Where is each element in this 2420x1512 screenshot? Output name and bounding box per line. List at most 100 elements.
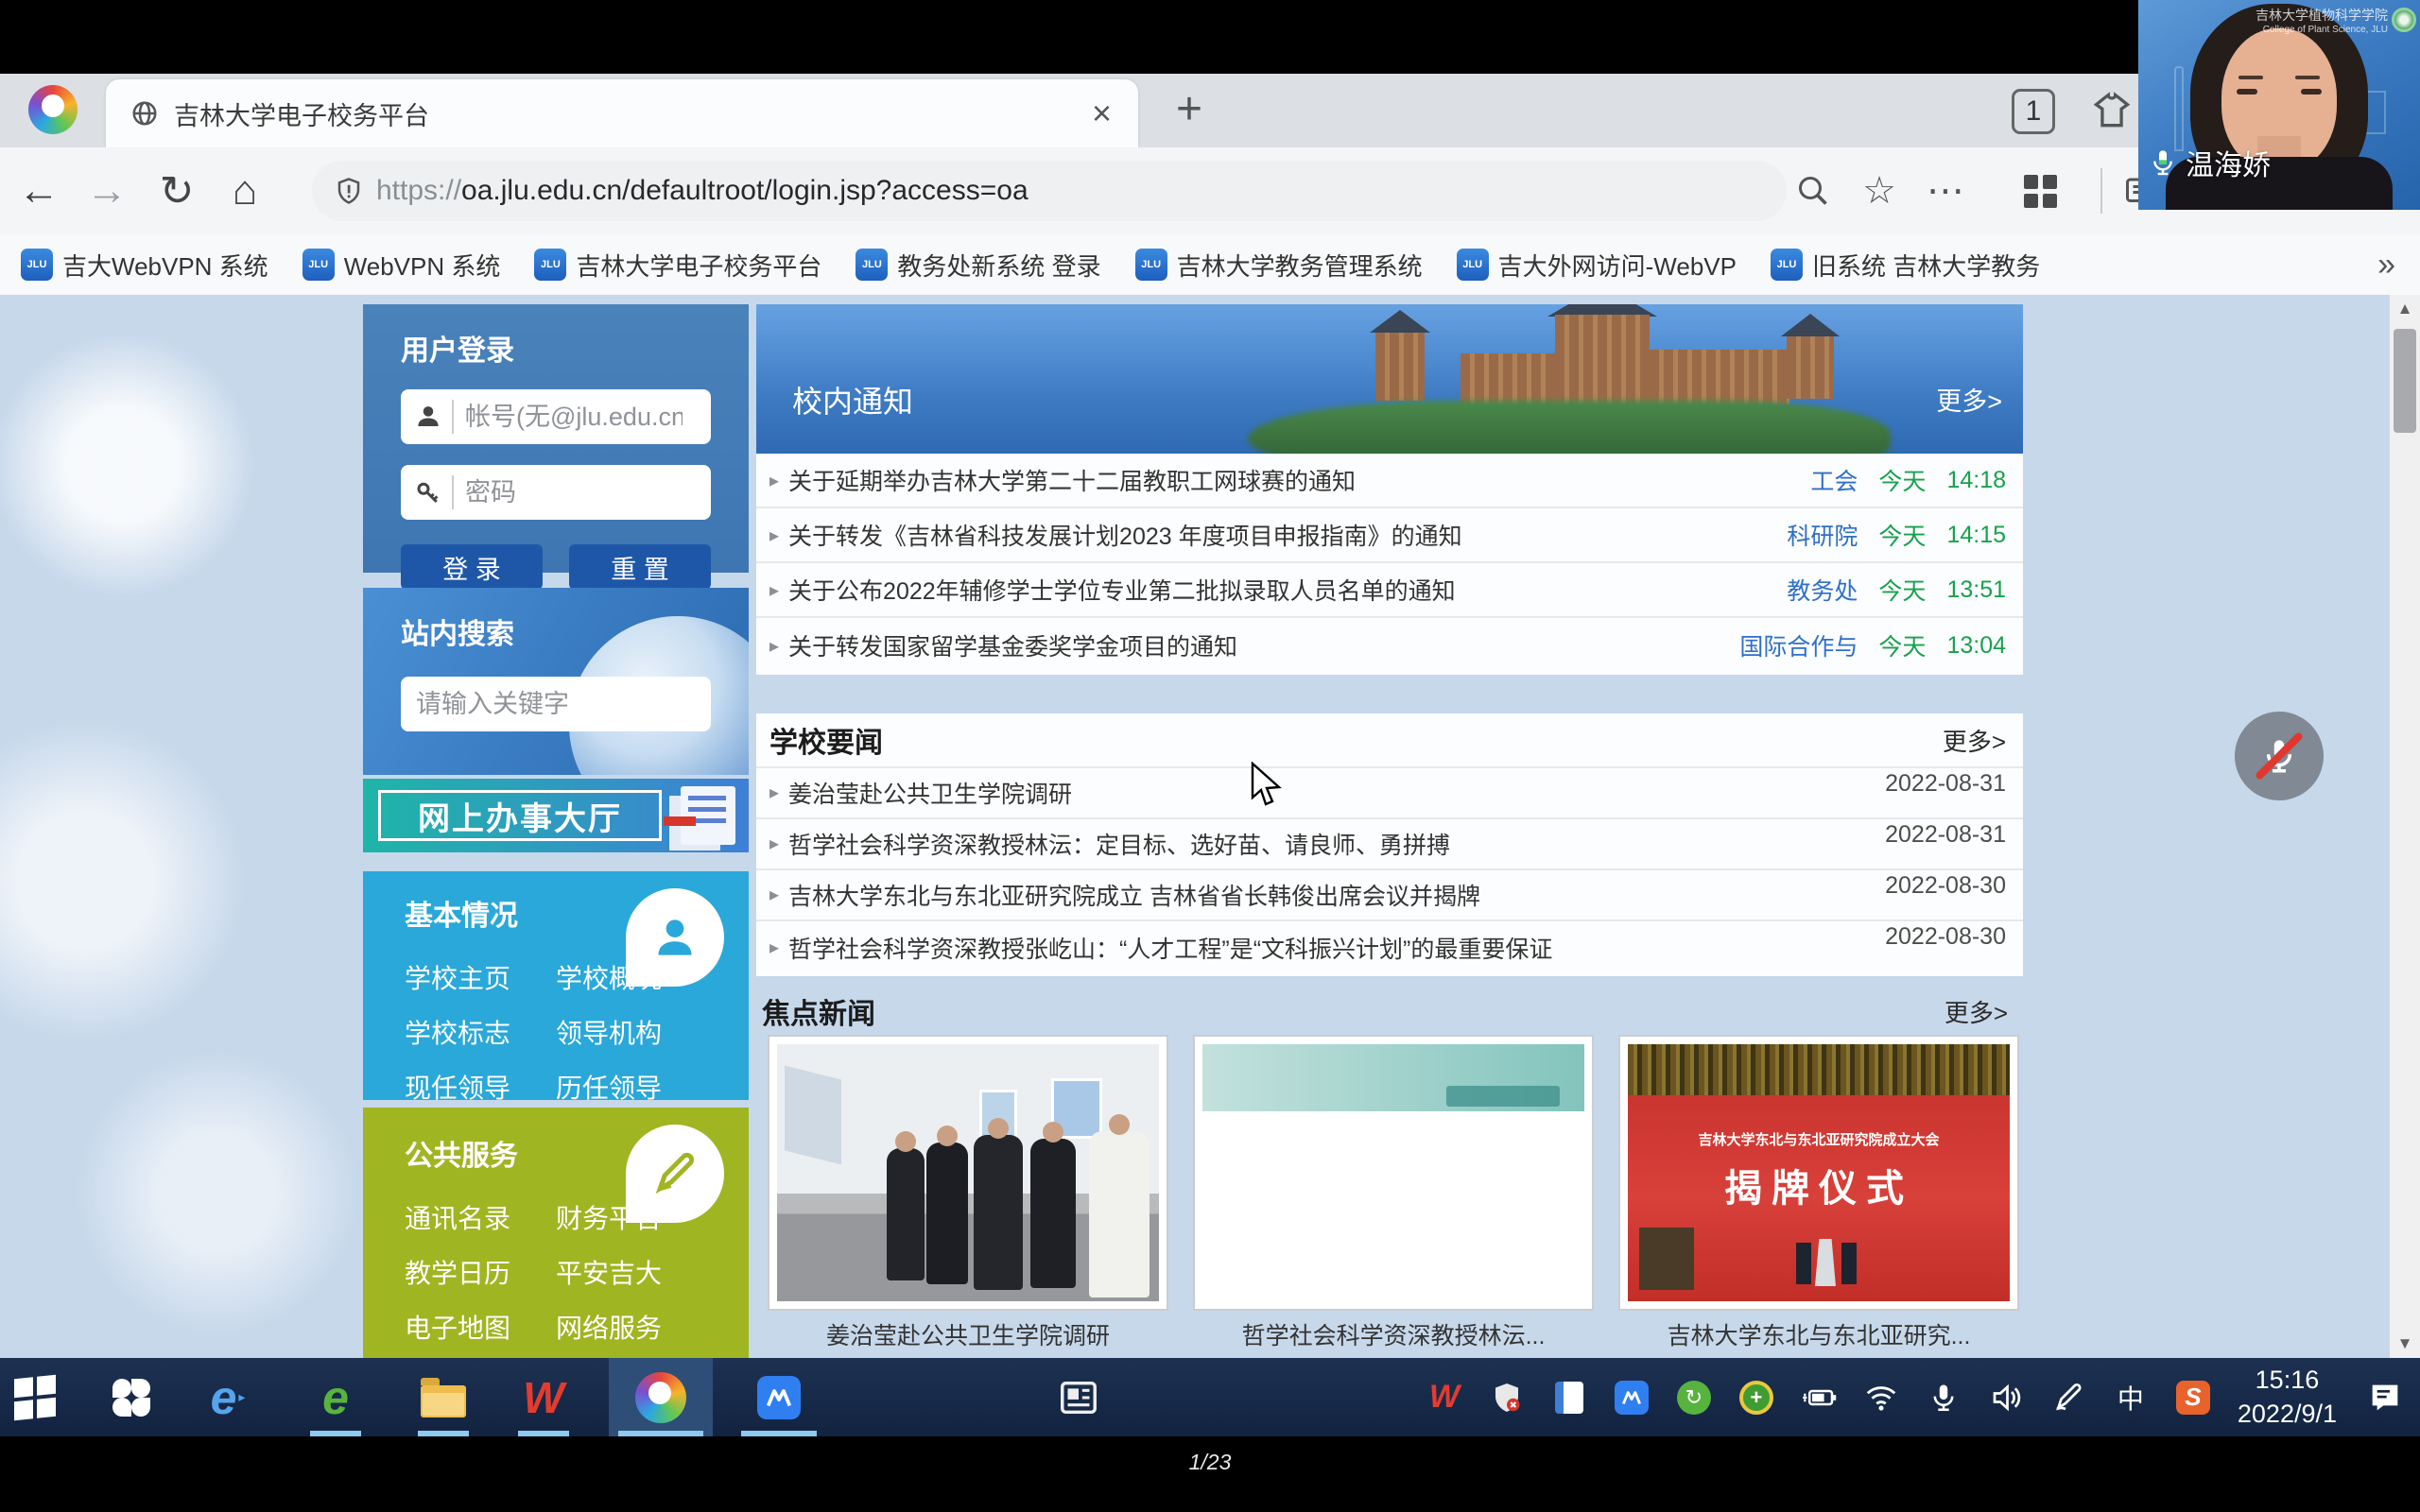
wifi-icon[interactable] [1850, 1358, 1912, 1436]
home-button[interactable]: ⌂ [214, 147, 276, 234]
new-tab-button[interactable]: + [1176, 83, 1202, 135]
notice-dept-link[interactable]: 工会 [1810, 463, 1858, 497]
notice-row[interactable]: ▸ 关于延期举办吉林大学第二十二届教职工网球赛的通知 工会 今天 14:18 [756, 454, 2023, 508]
bookmark-item[interactable]: JLU 教务处新系统 登录 [856, 248, 1100, 283]
service-link[interactable]: 平安吉大 [556, 1253, 707, 1291]
notice-title[interactable]: 关于公布2022年辅修学士学位专业第二批拟录取人员名单的通知 [788, 573, 1770, 607]
tray-security-shield-icon[interactable] [1476, 1358, 1538, 1436]
bookmarks-overflow-icon[interactable]: » [2377, 247, 2395, 284]
notice-dept-link[interactable]: 国际合作与 [1739, 628, 1858, 662]
tab-close-icon[interactable]: × [1092, 96, 1112, 130]
webcam-overlay[interactable]: 吉林大学植物科学学院 College of Plant Science, JLU… [2138, 0, 2420, 210]
pinwheel-app-icon[interactable] [96, 1358, 166, 1436]
tray-docs-icon[interactable] [1538, 1358, 1600, 1436]
news-title[interactable]: 姜治莹赴公共卫生学院调研 [788, 776, 1885, 810]
ime-language-indicator[interactable]: 中 [2100, 1358, 2162, 1436]
news-title[interactable]: 吉林大学东北与东北亚研究院成立 吉林省省长韩俊出席会议并揭牌 [788, 878, 1885, 912]
address-bar[interactable]: https://oa.jlu.edu.cn/defaultroot/login.… [312, 161, 1787, 221]
volume-icon[interactable] [1975, 1358, 2037, 1436]
news-row[interactable]: ▸ 哲学社会科学资深教授林沄：定目标、选好苗、请良师、勇拼搏 2022-08-3… [756, 819, 2023, 870]
windows-ink-pen-icon[interactable] [2037, 1358, 2100, 1436]
password-input[interactable] [465, 478, 683, 507]
tencent-meeting-icon[interactable] [732, 1358, 826, 1436]
notice-title[interactable]: 关于转发《吉林省科技发展计划2023 年度项目申报指南》的通知 [788, 518, 1770, 552]
public-service-panel: 公共服务 通讯名录 财务平台 教学日历 平安吉大 电子地图 网络服务 制度管理 [363, 1108, 749, 1358]
focus-caption[interactable]: 哲学社会科学资深教授林沄... [1193, 1317, 1594, 1351]
secure-browser-icon[interactable]: e [301, 1358, 371, 1436]
notice-more-link[interactable]: 更多> [1936, 381, 2002, 418]
theme-shirt-icon[interactable] [2091, 91, 2133, 132]
login-button[interactable]: 登 录 [401, 544, 543, 590]
tab-count-badge[interactable]: 1 [2012, 89, 2055, 134]
basic-link[interactable]: 领导机构 [556, 1013, 707, 1051]
browser-tab[interactable]: 吉林大学电子校务平台 × [106, 79, 1138, 147]
online-hall-banner[interactable]: 网上办事大厅 [363, 779, 749, 852]
basic-link[interactable]: 学校主页 [405, 958, 556, 996]
browser-taskbar-icon-active[interactable] [609, 1358, 713, 1436]
scroll-down-icon[interactable]: ▼ [2390, 1330, 2420, 1358]
service-link[interactable]: 通讯名录 [405, 1198, 556, 1236]
battery-icon[interactable] [1788, 1358, 1850, 1436]
news-more-link[interactable]: 更多> [1943, 723, 2006, 758]
site-search-input[interactable] [416, 690, 749, 719]
scrollbar-thumb[interactable] [2394, 329, 2416, 433]
bookmark-item[interactable]: JLU 吉大WebVPN 系统 [21, 248, 268, 283]
notice-title[interactable]: 关于转发国家留学基金委奖学金项目的通知 [788, 628, 1722, 662]
start-button[interactable] [0, 1358, 70, 1436]
apps-grid-icon[interactable] [2012, 147, 2068, 234]
notice-row[interactable]: ▸ 关于转发《吉林省科技发展计划2023 年度项目申报指南》的通知 科研院 今天… [756, 508, 2023, 563]
meeting-mic-muted-button[interactable] [2235, 712, 2324, 800]
zoom-page-icon[interactable] [1785, 147, 1841, 234]
bookmark-item[interactable]: JLU 吉林大学教务管理系统 [1135, 248, 1423, 283]
wps-office-icon[interactable]: W [509, 1358, 579, 1436]
file-explorer-icon[interactable] [408, 1358, 478, 1436]
back-button[interactable]: ← [8, 147, 70, 234]
news-row[interactable]: ▸ 吉林大学东北与东北亚研究院成立 吉林省省长韩俊出席会议并揭牌 2022-08… [756, 870, 2023, 921]
news-title[interactable]: 哲学社会科学资深教授张屹山：“人才工程”是“文科振兴计划”的最重要保证 [788, 931, 1885, 965]
news-title[interactable]: 哲学社会科学资深教授林沄：定目标、选好苗、请良师、勇拼搏 [788, 827, 1885, 861]
notice-dept-link[interactable]: 科研院 [1787, 518, 1858, 552]
service-link[interactable]: 网络服务 [556, 1308, 707, 1346]
forward-button[interactable]: → [76, 147, 138, 234]
sogou-input-icon[interactable]: S [2162, 1358, 2224, 1436]
site-security-shield-icon[interactable] [335, 176, 363, 206]
focus-card[interactable]: 吉林大学东北与东北亚研究院成立大会 揭牌仪式 [1618, 1035, 2019, 1311]
focus-caption[interactable]: 姜治莹赴公共卫生学院调研 [768, 1317, 1168, 1351]
internet-explorer-icon[interactable]: e▸ [193, 1358, 263, 1436]
focus-caption[interactable]: 吉林大学东北与东北亚研究... [1618, 1317, 2019, 1351]
notification-center-icon[interactable] [2350, 1358, 2420, 1436]
account-input[interactable] [465, 403, 683, 432]
page-scrollbar[interactable]: ▲ ▼ [2390, 295, 2420, 1358]
news-row[interactable]: ▸ 姜治莹赴公共卫生学院调研 2022-08-31 [756, 768, 2023, 819]
scroll-up-icon[interactable]: ▲ [2390, 295, 2420, 323]
focus-more-link[interactable]: 更多> [1945, 994, 2008, 1029]
service-link[interactable]: 电子地图 [405, 1308, 556, 1346]
notice-dept-link[interactable]: 教务处 [1787, 573, 1858, 607]
reset-button[interactable]: 重 置 [569, 544, 711, 590]
notice-row[interactable]: ▸ 关于公布2022年辅修学士学位专业第二批拟录取人员名单的通知 教务处 今天 … [756, 563, 2023, 618]
bookmark-star-icon[interactable]: ☆ [1851, 147, 1908, 234]
reload-button[interactable]: ↻ [146, 147, 208, 234]
bookmark-item[interactable]: JLU 旧系统 吉林大学教务 [1771, 248, 2040, 283]
browser-logo-icon[interactable] [28, 85, 78, 134]
bookmark-item[interactable]: JLU 吉林大学电子校务平台 [534, 248, 821, 283]
tray-wps-icon[interactable]: W [1413, 1358, 1476, 1436]
more-menu-icon[interactable]: ⋯ [1917, 147, 1974, 234]
tray-update-icon[interactable]: ↻ [1663, 1358, 1725, 1436]
news-row[interactable]: ▸ 哲学社会科学资深教授张屹山：“人才工程”是“文科振兴计划”的最重要保证 20… [756, 921, 2023, 972]
tray-antivirus-icon[interactable]: + [1725, 1358, 1788, 1436]
basic-link[interactable]: 历任领导 [556, 1068, 707, 1106]
basic-link[interactable]: 现任领导 [405, 1068, 556, 1106]
focus-card[interactable] [1193, 1035, 1594, 1311]
tray-microphone-icon[interactable] [1912, 1358, 1975, 1436]
bookmark-item[interactable]: JLU WebVPN 系统 [302, 248, 501, 283]
basic-link[interactable]: 学校标志 [405, 1013, 556, 1051]
tray-meeting-icon[interactable] [1600, 1358, 1663, 1436]
focus-card[interactable] [768, 1035, 1168, 1311]
notice-title[interactable]: 关于延期举办吉林大学第二十二届教职工网球赛的通知 [788, 463, 1793, 497]
bookmark-item[interactable]: JLU 吉大外网访问-WebVP [1457, 248, 1737, 283]
notice-row[interactable]: ▸ 关于转发国家留学基金委奖学金项目的通知 国际合作与 今天 13:04 [756, 618, 2023, 673]
taskbar-clock[interactable]: 15:16 2022/9/1 [2238, 1364, 2337, 1430]
news-widget-icon[interactable] [1044, 1358, 1114, 1436]
service-link[interactable]: 教学日历 [405, 1253, 556, 1291]
